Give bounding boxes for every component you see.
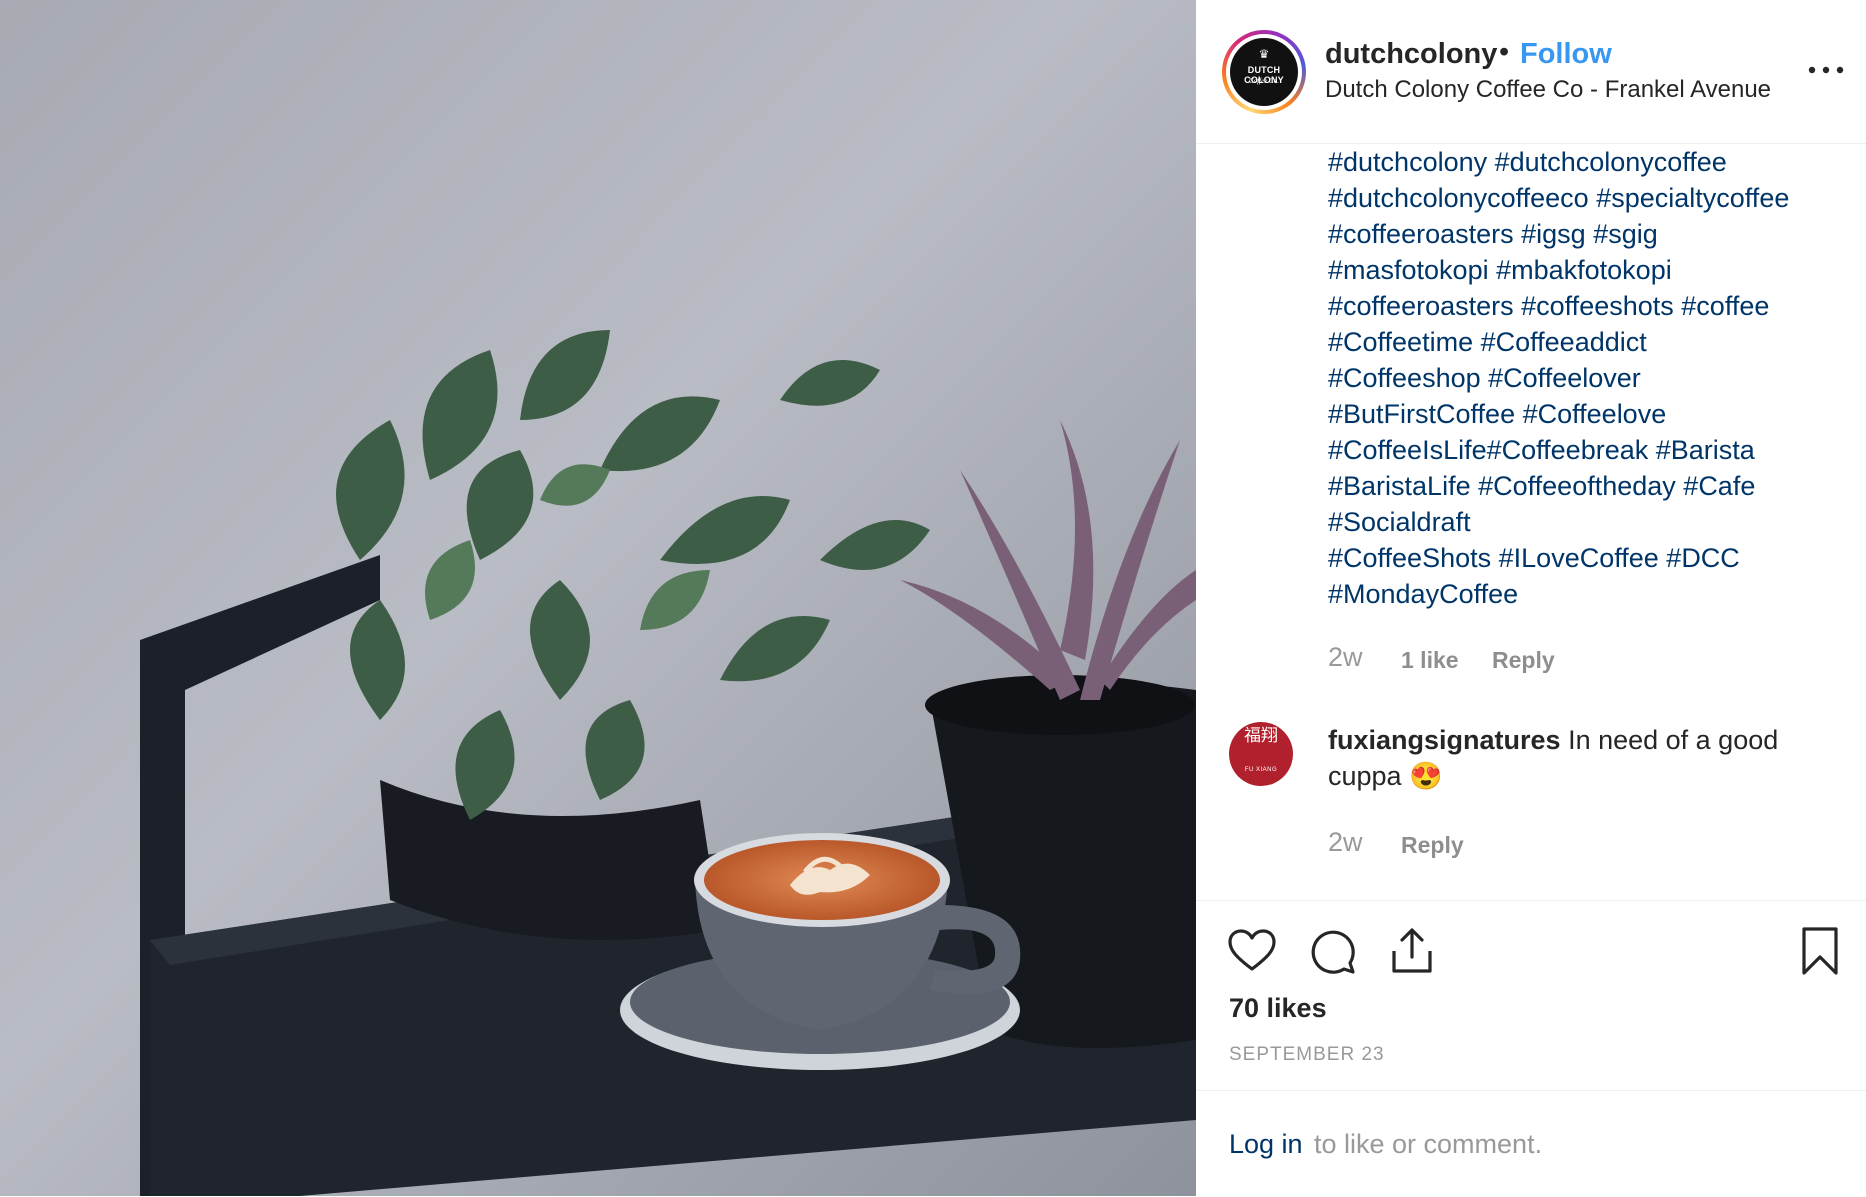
hashtag-link[interactable]: #Coffeeoftheday <box>1478 471 1676 501</box>
hashtag-link[interactable]: #MondayCoffee <box>1328 579 1518 609</box>
hashtag-line: #CoffeeShots #ILoveCoffee #DCC <box>1328 540 1848 576</box>
hashtag-line: #coffeeroasters #coffeeshots #coffee <box>1328 288 1848 324</box>
hashtag-link[interactable]: #Coffeelove <box>1523 399 1667 429</box>
commenter-avatar[interactable]: 福翔 FU XIANG <box>1229 722 1293 786</box>
logo-text-line2: Coffee Co. <box>1249 77 1279 85</box>
hashtag-link[interactable]: #sgig <box>1593 219 1658 249</box>
hashtag-link[interactable]: #BaristaLife <box>1328 471 1471 501</box>
follow-button[interactable]: Follow <box>1520 38 1612 71</box>
commenter-logo-name: FU XIANG <box>1244 767 1278 773</box>
crown-icon: ♛ <box>1258 47 1270 61</box>
hashtag-link[interactable]: #Coffeelover <box>1488 363 1641 393</box>
post-location[interactable]: Dutch Colony Coffee Co - Frankel Avenue <box>1325 76 1771 104</box>
hashtag-link[interactable]: #specialtycoffee <box>1596 183 1789 213</box>
hashtag-link[interactable]: #dutchcolonycoffeeco <box>1328 183 1589 213</box>
hashtag-link[interactable]: #CoffeeShots <box>1328 543 1491 573</box>
hashtag-line: #masfotokopi #mbakfotokopi <box>1328 252 1848 288</box>
post-photo[interactable] <box>0 0 1196 1196</box>
hashtag-link[interactable]: #Coffeeaddict <box>1481 327 1647 357</box>
hashtag-link[interactable]: #mbakfotokopi <box>1496 255 1672 285</box>
hashtag-link[interactable]: #igsg <box>1521 219 1586 249</box>
hashtag-link[interactable]: #Coffeetime <box>1328 327 1473 357</box>
hashtag-link[interactable]: #Barista <box>1656 435 1755 465</box>
comment-icon[interactable] <box>1306 925 1358 977</box>
hashtag-link[interactable]: #Cafe <box>1683 471 1755 501</box>
avatar-frame: ♛ DUTCH COLONY Coffee Co. <box>1226 34 1302 110</box>
hashtag-line: #ButFirstCoffee #Coffeelove <box>1328 396 1848 432</box>
hashtag-link[interactable]: #masfotokopi <box>1328 255 1489 285</box>
comment-timestamp[interactable]: 2w <box>1328 827 1363 858</box>
comment-body: fuxiangsignatures In need of a good cupp… <box>1328 722 1848 794</box>
hashtag-line: #dutchcolonycoffeeco #specialtycoffee <box>1328 180 1848 216</box>
hashtag-line: #Coffeeshop #Coffeelover <box>1328 360 1848 396</box>
hashtag-link[interactable]: #dutchcolony <box>1328 147 1487 177</box>
caption-reply-button[interactable]: Reply <box>1492 647 1555 674</box>
hashtag-line: #CoffeeIsLife#Coffeebreak #Barista <box>1328 432 1848 468</box>
hashtag-link[interactable]: #DCC <box>1666 543 1740 573</box>
caption-timestamp[interactable]: 2w <box>1328 642 1363 673</box>
hashtag-link[interactable]: #Coffeeshop <box>1328 363 1481 393</box>
hashtag-line: #coffeeroasters #igsg #sgig <box>1328 216 1848 252</box>
hashtag-link[interactable]: #coffeeshots <box>1521 291 1674 321</box>
hashtag-link[interactable]: #coffee <box>1681 291 1769 321</box>
hashtag-link[interactable]: #Socialdraft <box>1328 507 1471 537</box>
login-prompt: Log in to like or comment. <box>1196 1090 1866 1197</box>
hashtag-link[interactable]: #ILoveCoffee <box>1499 543 1659 573</box>
more-options-icon[interactable] <box>1806 58 1846 82</box>
account-username[interactable]: dutchcolony <box>1325 38 1497 71</box>
hashtag-link[interactable]: #coffeeroasters <box>1328 291 1514 321</box>
separator-dot: • <box>1499 36 1510 68</box>
hashtag-link[interactable]: #CoffeeIsLife#Coffeebreak <box>1328 435 1648 465</box>
login-prompt-text: to like or comment. <box>1314 1129 1543 1159</box>
login-link[interactable]: Log in <box>1229 1129 1303 1160</box>
account-avatar[interactable]: ♛ DUTCH COLONY Coffee Co. <box>1222 30 1306 114</box>
caption-hashtags: #dutchcolony #dutchcolonycoffee #dutchcol… <box>1328 144 1848 612</box>
commenter-logo-text: 福翔 <box>1244 726 1278 746</box>
hashtag-line: #Coffeetime #Coffeeaddict <box>1328 324 1848 360</box>
post-actions: 70 likes SEPTEMBER 23 <box>1196 900 1866 1091</box>
like-count[interactable]: 70 likes <box>1229 993 1327 1024</box>
instagram-post: ♛ DUTCH COLONY Coffee Co. dutchcolony • … <box>0 0 1866 1196</box>
hashtag-link[interactable]: #dutchcolonycoffee <box>1495 147 1727 177</box>
post-sidebar: ♛ DUTCH COLONY Coffee Co. dutchcolony • … <box>1196 0 1866 1196</box>
post-header: ♛ DUTCH COLONY Coffee Co. dutchcolony • … <box>1196 0 1866 144</box>
hashtag-link[interactable]: #coffeeroasters <box>1328 219 1514 249</box>
hashtag-line: #BaristaLife #Coffeeoftheday #Cafe <box>1328 468 1848 504</box>
caption-like-count[interactable]: 1 like <box>1401 647 1459 674</box>
post-date[interactable]: SEPTEMBER 23 <box>1229 1044 1385 1066</box>
latte-plants-photo <box>0 0 1196 1196</box>
heart-icon[interactable] <box>1226 925 1278 977</box>
hashtag-line: #MondayCoffee <box>1328 576 1848 612</box>
bookmark-icon[interactable] <box>1794 925 1846 977</box>
hashtag-line: #dutchcolony #dutchcolonycoffee <box>1328 144 1848 180</box>
comment-reply-button[interactable]: Reply <box>1401 832 1464 859</box>
comments-list[interactable]: #dutchcolony #dutchcolonycoffee #dutchcol… <box>1196 144 1866 900</box>
brand-logo: ♛ DUTCH COLONY Coffee Co. <box>1230 38 1298 106</box>
commenter-username[interactable]: fuxiangsignatures <box>1328 725 1561 755</box>
hashtag-link[interactable]: #ButFirstCoffee <box>1328 399 1515 429</box>
share-icon[interactable] <box>1386 925 1438 977</box>
hashtag-line: #Socialdraft <box>1328 504 1848 540</box>
